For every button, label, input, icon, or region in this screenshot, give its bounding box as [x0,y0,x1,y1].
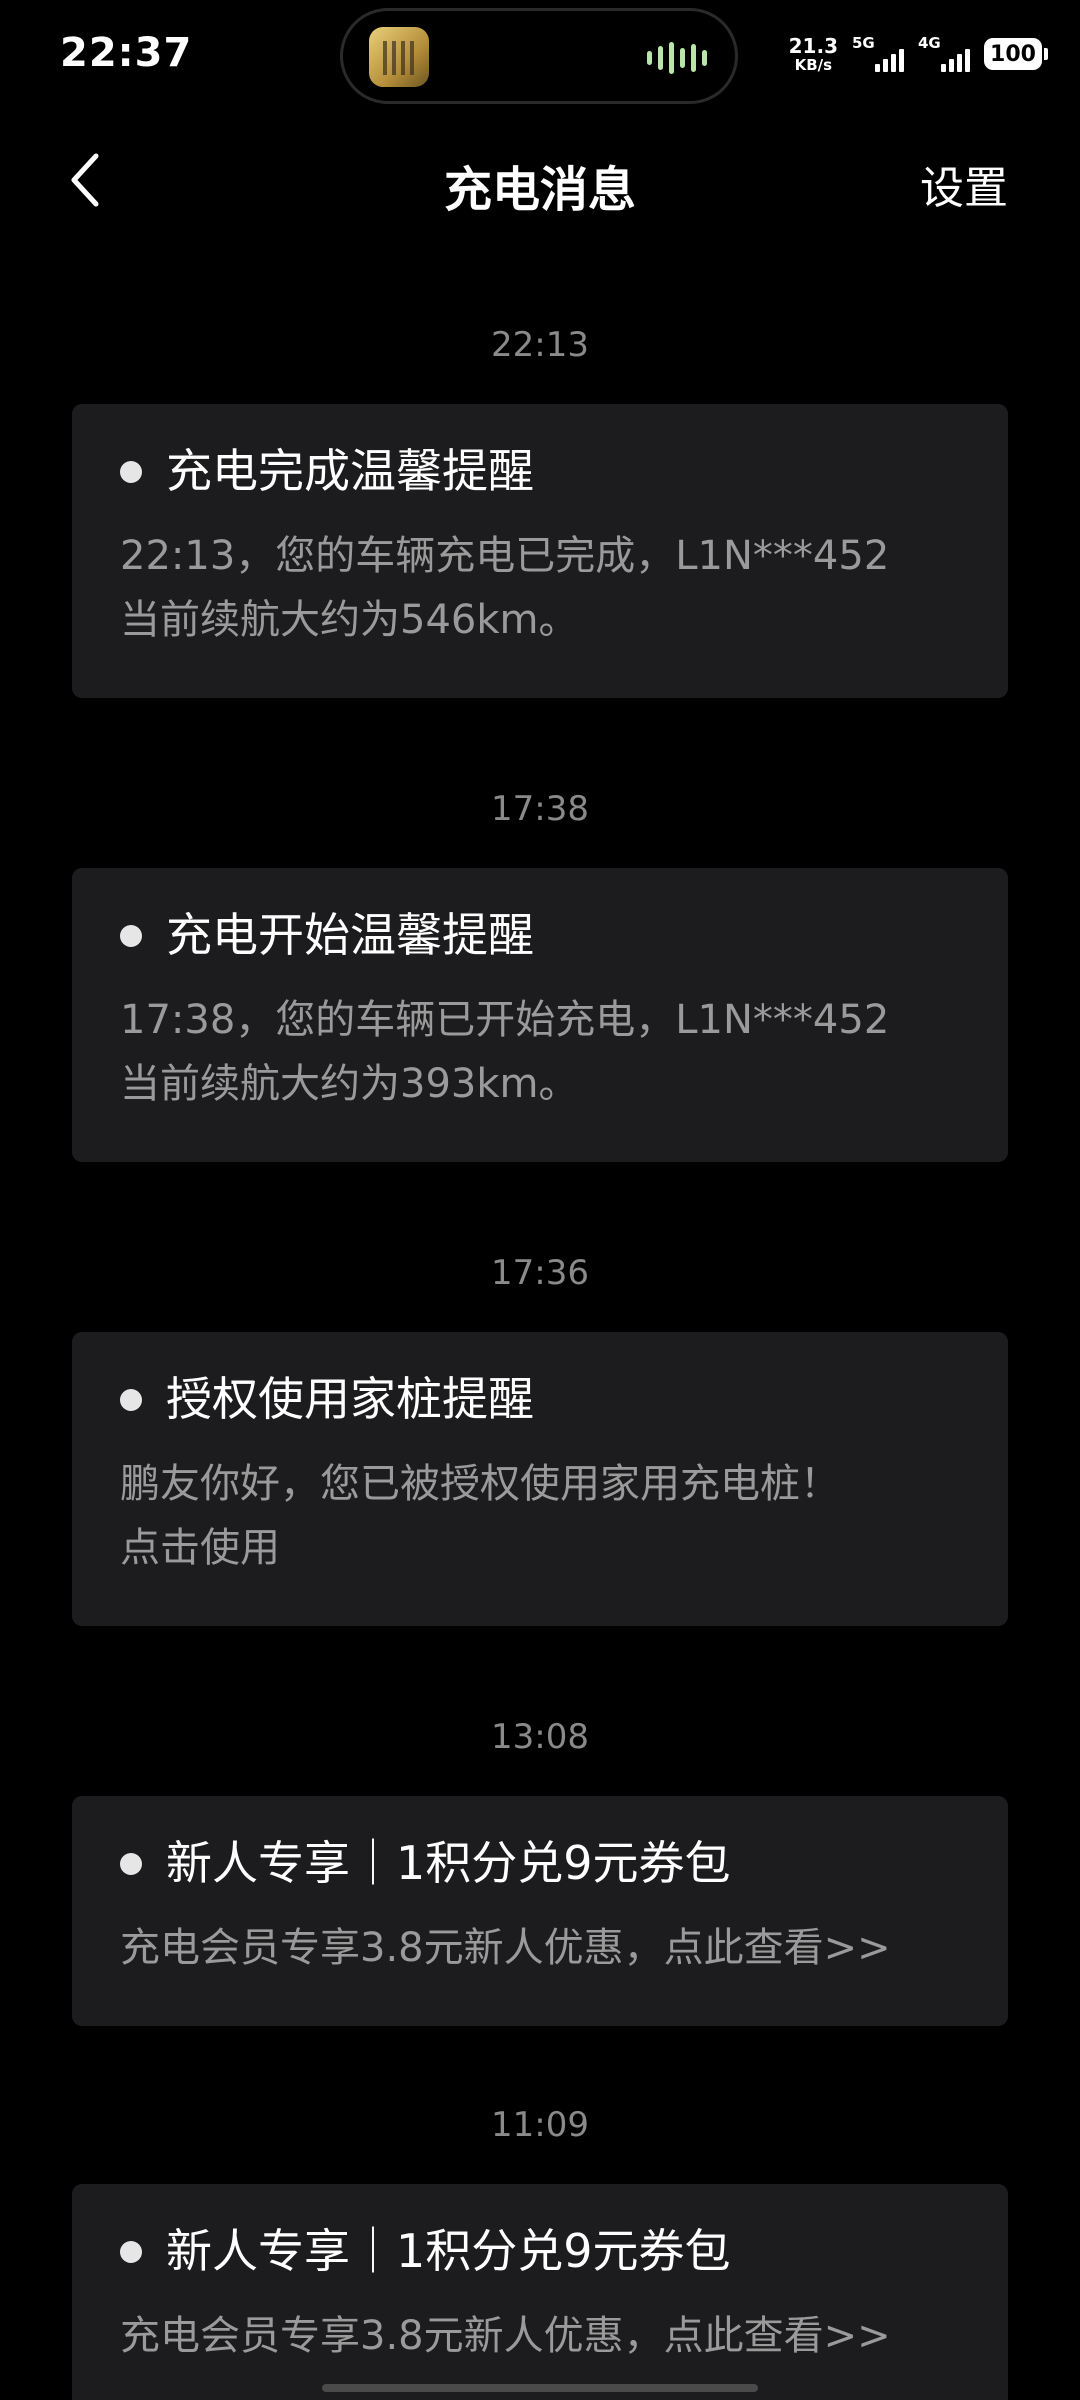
settings-button[interactable]: 设置 [920,152,1008,216]
message-body: 17:38，您的车辆已开始充电，L1N***452 当前续航大约为393km。 [120,996,890,1107]
message-title: 新人专享｜1积分兑9元券包 [166,1836,731,1890]
battery-icon: 100 [984,38,1048,70]
message-group: 13:08 新人专享｜1积分兑9元券包 充电会员专享3.8元新人优惠，点此查看>… [0,1702,1080,2090]
signal-5g-icon: 5G [852,34,904,74]
message-body: 充电会员专享3.8元新人优惠，点此查看>> [120,1924,891,1971]
nav-header: 充电消息 设置 [0,130,1080,230]
message-card[interactable]: 充电开始温馨提醒 17:38，您的车辆已开始充电，L1N***452 当前续航大… [72,868,1008,1162]
status-time: 22:37 [60,30,193,76]
home-indicator[interactable] [322,2384,758,2392]
message-title-row: 充电开始温馨提醒 [120,906,960,966]
message-body: 22:13，您的车辆充电已完成，L1N***452 当前续航大约为546km。 [120,532,890,643]
message-title-row: 新人专享｜1积分兑9元券包 [120,1834,960,1894]
message-title: 充电完成温馨提醒 [166,444,534,498]
message-card[interactable]: 新人专享｜1积分兑9元券包 充电会员专享3.8元新人优惠，点此查看>> [72,2184,1008,2400]
unread-dot-icon [120,1388,142,1411]
signal-4g-icon: 4G [918,34,970,74]
message-group: 17:38 充电开始温馨提醒 17:38，您的车辆已开始充电，L1N***452… [0,774,1080,1238]
message-list: 22:13 充电完成温馨提醒 22:13，您的车辆充电已完成，L1N***452… [0,310,1080,2400]
network-speed: 21.3 KB/s [789,36,838,73]
page-title: 充电消息 [443,162,636,218]
unread-dot-icon [120,1852,142,1875]
message-group: 17:36 授权使用家桩提醒 鹏友你好，您已被授权使用家用充电桩！ 点击使用 [0,1238,1080,1702]
message-timestamp: 17:36 [491,1253,589,1293]
message-timestamp: 22:13 [491,325,589,365]
message-card[interactable]: 授权使用家桩提醒 鹏友你好，您已被授权使用家用充电桩！ 点击使用 [72,1332,1008,1626]
message-body: 充电会员专享3.8元新人优惠，点此查看>> [120,2312,891,2359]
message-group: 22:13 充电完成温馨提醒 22:13，您的车辆充电已完成，L1N***452… [0,310,1080,774]
message-card[interactable]: 充电完成温馨提醒 22:13，您的车辆充电已完成，L1N***452 当前续航大… [72,404,1008,698]
message-group: 11:09 新人专享｜1积分兑9元券包 充电会员专享3.8元新人优惠，点此查看>… [0,2090,1080,2400]
audio-wave-icon [647,41,707,75]
network-speed-value: 21.3 [788,33,838,58]
network-speed-unit: KB/s [794,55,833,74]
message-card[interactable]: 新人专享｜1积分兑9元券包 充电会员专享3.8元新人优惠，点此查看>> [72,1796,1008,2026]
message-title-row: 新人专享｜1积分兑9元券包 [120,2222,960,2282]
message-title: 充电开始温馨提醒 [166,908,534,962]
status-bar: 22:37 21.3 KB/s 5G 4G 100 [0,0,1080,110]
unread-dot-icon [120,2240,142,2263]
status-indicators: 21.3 KB/s 5G 4G 100 [789,34,1048,74]
signal-5g-label: 5G [852,34,875,52]
message-timestamp: 17:38 [491,789,589,829]
unread-dot-icon [120,460,142,483]
message-title-row: 授权使用家桩提醒 [120,1370,960,1430]
message-timestamp: 13:08 [491,1717,589,1757]
battery-level: 100 [990,41,1036,67]
signal-4g-label: 4G [918,34,941,52]
message-timestamp: 11:09 [491,2105,589,2145]
message-title-row: 充电完成温馨提醒 [120,442,960,502]
media-thumbnail-icon [369,27,429,87]
dynamic-island[interactable] [340,8,738,104]
charging-messages-screen: 22:37 21.3 KB/s 5G 4G 100 充电消息 设置 22:13 … [0,0,1080,2400]
message-body: 鹏友你好，您已被授权使用家用充电桩！ 点击使用 [120,1460,840,1571]
unread-dot-icon [120,924,142,947]
message-title: 新人专享｜1积分兑9元券包 [166,2224,731,2278]
message-title: 授权使用家桩提醒 [166,1372,534,1426]
